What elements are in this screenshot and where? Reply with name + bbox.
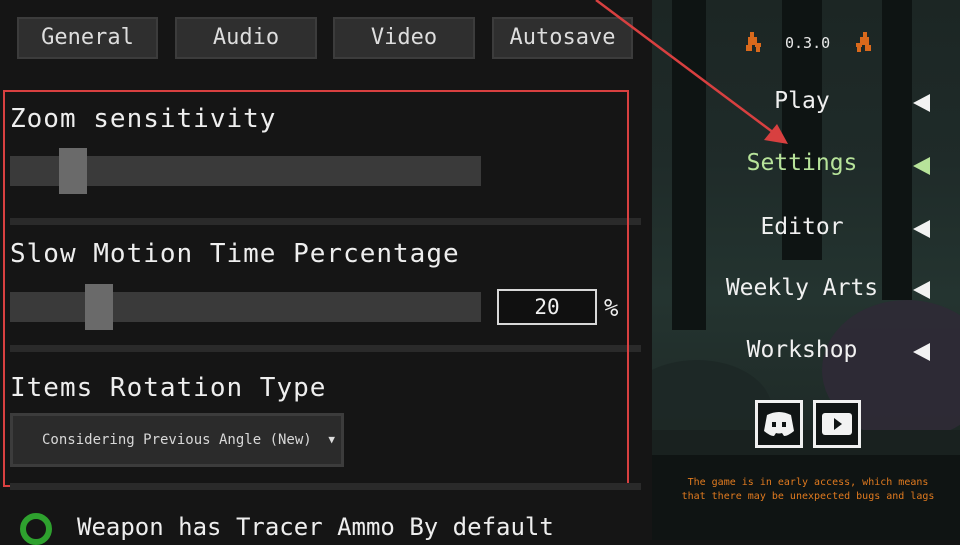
slow-motion-slider[interactable] [10,284,481,330]
triangle-left-icon [913,94,930,112]
menu-item-play[interactable]: Play [682,88,922,114]
menu-item-editor[interactable]: Editor [682,214,922,240]
youtube-button[interactable] [813,400,861,448]
divider [10,218,641,225]
version-label: 0.3.0 [785,34,831,52]
discord-button[interactable] [755,400,803,448]
slow-motion-value-input[interactable]: 20 [497,289,597,325]
menu-item-weekly-arts[interactable]: Weekly Arts [682,275,922,301]
menu-item-settings[interactable]: Settings [682,150,922,176]
slow-motion-slider-thumb[interactable] [85,284,113,330]
main-menu: 0.3.0 Play Settings Editor Weekly Arts W… [652,0,960,540]
tab-autosave[interactable]: Autosave [492,17,633,59]
tab-general[interactable]: General [17,17,158,59]
divider [10,483,641,490]
triangle-left-icon [913,281,930,299]
youtube-icon [822,413,852,435]
zoom-slider-thumb[interactable] [59,148,87,194]
tab-audio[interactable]: Audio [175,17,317,59]
items-rotation-selected-value: Considering Previous Angle (New) [42,432,312,448]
items-rotation-select[interactable]: Considering Previous Angle (New) ▼ [10,413,344,467]
tracer-ammo-label: Weapon has Tracer Ammo By default [77,513,554,541]
triangle-left-icon [913,157,930,175]
triangle-left-icon [913,343,930,361]
percent-unit: % [604,294,619,322]
zoom-sensitivity-label: Zoom sensitivity [10,104,277,134]
zoom-sensitivity-slider[interactable] [10,148,481,194]
tracer-ammo-checkbox[interactable] [20,513,52,545]
triangle-left-icon [913,220,930,238]
early-access-notice: The game is in early access, which means… [681,477,935,502]
slow-motion-label: Slow Motion Time Percentage [10,239,460,269]
menu-item-workshop[interactable]: Workshop [682,337,922,363]
fox-icon [746,32,761,52]
discord-icon [764,412,794,436]
items-rotation-label: Items Rotation Type [10,373,327,403]
chevron-down-icon: ▼ [328,433,335,446]
tab-video[interactable]: Video [333,17,475,59]
fox-icon [856,32,871,52]
divider [10,345,641,352]
settings-panel: General Audio Video Autosave Zoom sensit… [0,0,652,545]
